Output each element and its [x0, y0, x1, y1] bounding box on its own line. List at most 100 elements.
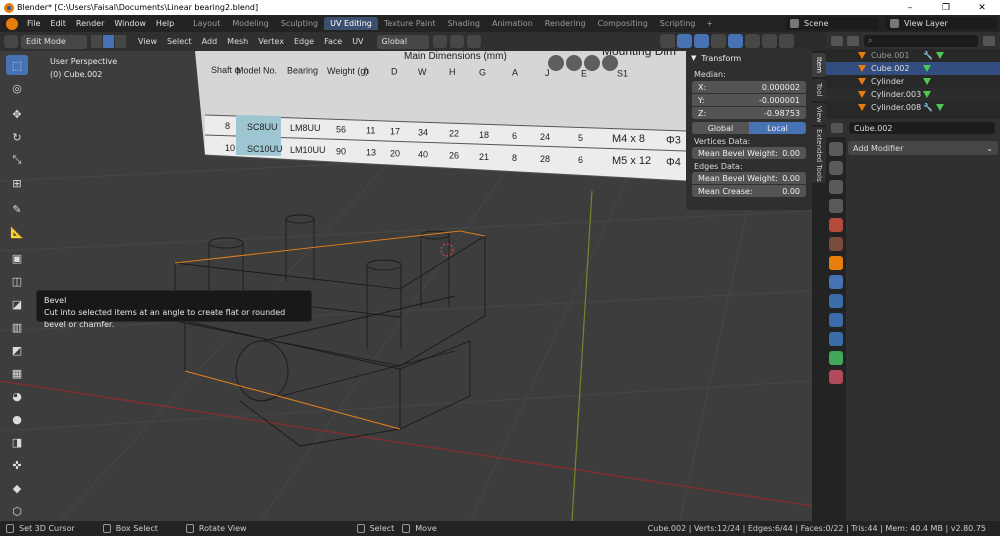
- loop-cut-tool-icon[interactable]: ▥: [6, 317, 28, 337]
- tab-shading[interactable]: Shading: [441, 17, 486, 30]
- median-x-field[interactable]: X: 0.000002: [692, 81, 806, 93]
- output-properties-icon[interactable]: [829, 180, 843, 194]
- wireframe-shading-icon[interactable]: [728, 34, 743, 48]
- display-mode-icon[interactable]: [847, 35, 859, 46]
- poly-build-tool-icon[interactable]: ▦: [6, 363, 28, 383]
- tab-scripting[interactable]: Scripting: [654, 17, 702, 30]
- outliner-row[interactable]: Cylinder.003: [826, 88, 1000, 101]
- menu-vertex[interactable]: Vertex: [253, 37, 289, 46]
- bevel-tool-icon[interactable]: ◪: [6, 294, 28, 314]
- transform-tool-icon[interactable]: ⊞: [6, 173, 28, 193]
- menu-view[interactable]: View: [133, 37, 162, 46]
- camera-view-icon[interactable]: [566, 55, 582, 71]
- annotate-tool-icon[interactable]: ✎: [6, 199, 28, 219]
- global-space-button[interactable]: Global: [692, 122, 749, 134]
- material-properties-icon[interactable]: [829, 370, 843, 384]
- tab-texture-paint[interactable]: Texture Paint: [378, 17, 442, 30]
- menu-mesh[interactable]: Mesh: [222, 37, 253, 46]
- face-select-icon[interactable]: [115, 35, 126, 48]
- tab-animation[interactable]: Animation: [486, 17, 539, 30]
- scene-properties-icon[interactable]: [829, 218, 843, 232]
- transform-panel-header[interactable]: ▼ Transform: [689, 51, 809, 65]
- menu-edit[interactable]: Edit: [45, 19, 71, 28]
- outliner-row[interactable]: Cube.001 🔧: [826, 49, 1000, 62]
- tab-rendering[interactable]: Rendering: [539, 17, 592, 30]
- object-types-visibility-icon[interactable]: [660, 34, 675, 48]
- mesh-data-icon[interactable]: [923, 78, 931, 85]
- measure-tool-icon[interactable]: 📐: [6, 222, 28, 242]
- edges-mean-bevel-weight-field[interactable]: Mean Bevel Weight: 0.00: [692, 172, 806, 184]
- rotate-tool-icon[interactable]: ↻: [6, 127, 28, 147]
- pan-hand-icon[interactable]: [584, 55, 600, 71]
- transform-orientation-selector[interactable]: Global: [376, 34, 429, 49]
- mesh-data-icon[interactable]: [923, 91, 931, 98]
- mode-selector[interactable]: Edit Mode: [21, 34, 87, 49]
- edge-slide-tool-icon[interactable]: ◨: [6, 432, 28, 452]
- overlay-toggle-icon[interactable]: [694, 34, 709, 48]
- view-layer-properties-icon[interactable]: [829, 199, 843, 213]
- select-box-tool-icon[interactable]: ⬚: [6, 55, 28, 75]
- collapse-caret-icon[interactable]: ▼: [691, 54, 696, 62]
- proportional-editing-icon[interactable]: [466, 35, 481, 48]
- add-modifier-button[interactable]: Add Modifier ⌄: [848, 141, 998, 155]
- menu-edge[interactable]: Edge: [289, 37, 319, 46]
- zoom-icon[interactable]: [548, 55, 564, 71]
- edge-select-icon[interactable]: [103, 35, 114, 48]
- physics-properties-icon[interactable]: [829, 313, 843, 327]
- snap-icon[interactable]: [449, 35, 464, 48]
- local-space-button[interactable]: Local: [749, 122, 806, 134]
- outliner-row[interactable]: Cube.002: [826, 62, 1000, 75]
- mesh-data-icon[interactable]: [935, 52, 944, 59]
- modifier-properties-icon[interactable]: [829, 275, 843, 289]
- particle-properties-icon[interactable]: [829, 294, 843, 308]
- tab-sculpting[interactable]: Sculpting: [275, 17, 324, 30]
- editor-type-icon[interactable]: [4, 35, 18, 48]
- tab-uv-editing[interactable]: UV Editing: [324, 17, 378, 30]
- world-properties-icon[interactable]: [829, 237, 843, 251]
- object-name-field[interactable]: Cube.002: [849, 122, 995, 134]
- outliner-search-field[interactable]: ⌕: [864, 34, 978, 47]
- outliner-editor-icon[interactable]: [831, 35, 843, 46]
- outliner-row[interactable]: Cylinder.008 🔧: [826, 101, 1000, 114]
- render-properties-icon[interactable]: [829, 161, 843, 175]
- median-y-field[interactable]: Y: -0.000001: [692, 94, 806, 106]
- menu-render[interactable]: Render: [71, 19, 109, 28]
- material-shading-icon[interactable]: [762, 34, 777, 48]
- blender-logo-icon[interactable]: [6, 17, 18, 30]
- scale-tool-icon[interactable]: ⤡: [6, 150, 28, 170]
- menu-select[interactable]: Select: [162, 37, 197, 46]
- close-button[interactable]: ✕: [964, 3, 1000, 13]
- tab-extended-tools[interactable]: Extended Tools: [812, 127, 826, 183]
- rip-tool-icon[interactable]: ⬡: [6, 501, 28, 521]
- pivot-point-icon[interactable]: [432, 35, 447, 48]
- shear-tool-icon[interactable]: ◆: [6, 478, 28, 498]
- tool-properties-icon[interactable]: [829, 142, 843, 156]
- tab-layout[interactable]: Layout: [187, 17, 226, 30]
- tab-tool[interactable]: Tool: [812, 79, 826, 101]
- shrink-fatten-tool-icon[interactable]: ✜: [6, 455, 28, 475]
- properties-editor-icon[interactable]: [831, 123, 843, 133]
- add-workspace-button[interactable]: +: [701, 19, 718, 28]
- xray-toggle-icon[interactable]: [711, 34, 726, 48]
- menu-window[interactable]: Window: [109, 19, 151, 28]
- menu-help[interactable]: Help: [151, 19, 179, 28]
- inset-tool-icon[interactable]: ◫: [6, 271, 28, 291]
- menu-add[interactable]: Add: [197, 37, 223, 46]
- constraint-properties-icon[interactable]: [829, 332, 843, 346]
- edges-mean-crease-field[interactable]: Mean Crease: 0.00: [692, 185, 806, 197]
- wrench-icon[interactable]: 🔧: [923, 103, 933, 112]
- rendered-shading-icon[interactable]: [779, 34, 794, 48]
- mesh-data-icon[interactable]: [935, 104, 944, 111]
- smooth-tool-icon[interactable]: ●: [6, 409, 28, 429]
- knife-tool-icon[interactable]: ◩: [6, 340, 28, 360]
- minimize-button[interactable]: –: [892, 3, 928, 13]
- cursor-tool-icon[interactable]: ◎: [6, 78, 28, 98]
- gizmo-toggle-icon[interactable]: [677, 34, 692, 48]
- vertices-mean-bevel-weight-field[interactable]: Mean Bevel Weight: 0.00: [692, 147, 806, 159]
- menu-face[interactable]: Face: [319, 37, 347, 46]
- perspective-toggle-icon[interactable]: [602, 55, 618, 71]
- menu-uv[interactable]: UV: [347, 37, 368, 46]
- tab-view[interactable]: View: [812, 103, 826, 125]
- mesh-data-icon[interactable]: [923, 65, 931, 72]
- vertex-select-icon[interactable]: [91, 35, 102, 48]
